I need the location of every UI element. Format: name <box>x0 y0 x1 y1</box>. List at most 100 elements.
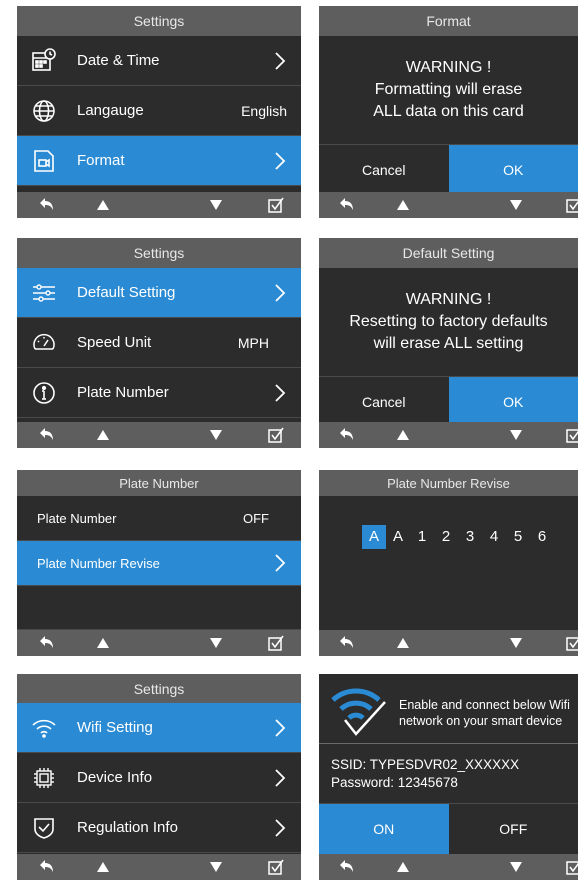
back-arrow-icon[interactable] <box>337 634 355 652</box>
down-triangle-icon[interactable] <box>207 196 225 214</box>
screen-title: Settings <box>17 674 301 703</box>
menu-item-regulation-info[interactable]: Regulation Info <box>17 803 301 853</box>
menu-item-label: Format <box>77 152 125 169</box>
screen-title: Plate Number Revise <box>319 470 578 496</box>
back-arrow-icon[interactable] <box>37 426 55 444</box>
wifi-off-button[interactable]: OFF <box>448 804 578 854</box>
plate-char[interactable]: 1 <box>410 525 434 549</box>
check-box-icon[interactable] <box>565 858 578 876</box>
menu-item-label: Speed Unit <box>77 334 152 351</box>
menu-item-plate-number[interactable]: Plate Number <box>17 368 301 418</box>
back-arrow-icon[interactable] <box>337 426 355 444</box>
down-triangle-icon[interactable] <box>507 634 525 652</box>
menu-item-plate-number[interactable]: Plate Number OFF <box>17 496 301 541</box>
down-triangle-icon[interactable] <box>207 858 225 876</box>
nav-bar <box>319 422 578 448</box>
instruction-line: Enable and connect below Wifi <box>399 698 570 712</box>
menu-item-device-info[interactable]: Device Info <box>17 753 301 803</box>
dialog-buttons: Cancel OK <box>319 144 578 195</box>
down-triangle-icon[interactable] <box>507 858 525 876</box>
language-value: English <box>241 102 287 119</box>
screen-title: Format <box>319 6 578 36</box>
down-triangle-icon[interactable] <box>507 426 525 444</box>
wifi-credentials: SSID: TYPESDVR02_XXXXXX Password: 123456… <box>319 744 578 803</box>
back-arrow-icon[interactable] <box>37 634 55 652</box>
ok-button[interactable]: OK <box>448 145 578 195</box>
back-arrow-icon[interactable] <box>37 196 55 214</box>
plate-characters: A A 1 2 3 4 5 6 <box>319 525 578 549</box>
nav-bar <box>17 854 301 880</box>
nav-bar <box>319 192 578 218</box>
up-triangle-icon[interactable] <box>94 634 112 652</box>
nav-bar <box>319 854 578 880</box>
warning-line: will erase ALL setting <box>373 335 524 352</box>
chevron-right-icon <box>275 283 286 302</box>
ssid-text: SSID: TYPESDVR02_XXXXXX <box>331 756 520 772</box>
nav-bar <box>319 630 578 656</box>
plate-number-screen: Plate Number Plate Number OFF Plate Numb… <box>17 470 301 656</box>
check-box-icon[interactable] <box>565 426 578 444</box>
down-triangle-icon[interactable] <box>207 634 225 652</box>
check-box-icon[interactable] <box>565 196 578 214</box>
menu-item-speed-unit[interactable]: Speed Unit MPH <box>17 318 301 368</box>
globe-icon <box>31 98 57 124</box>
nav-bar <box>17 192 301 218</box>
settings-screen-1: Settings Date & Time Langauge English Fo… <box>17 6 301 218</box>
plate-char[interactable]: 3 <box>458 525 482 549</box>
up-triangle-icon[interactable] <box>394 858 412 876</box>
up-triangle-icon[interactable] <box>94 196 112 214</box>
ok-button[interactable]: OK <box>448 377 578 427</box>
up-triangle-icon[interactable] <box>394 634 412 652</box>
check-box-icon[interactable] <box>565 634 578 652</box>
settings-screen-3: Settings Wifi Setting Device Info Regula… <box>17 674 301 880</box>
warning-heading: WARNING ! <box>405 291 492 308</box>
menu-item-wifi-setting[interactable]: Wifi Setting <box>17 703 301 753</box>
nav-bar <box>17 630 301 656</box>
warning-message: WARNING ! Resetting to factory defaults … <box>319 268 578 376</box>
check-box-icon[interactable] <box>267 858 285 876</box>
menu-item-language[interactable]: Langauge English <box>17 86 301 136</box>
plate-char[interactable]: 6 <box>530 525 554 549</box>
wifi-instructions: Enable and connect below Wifi network on… <box>399 697 570 729</box>
menu-item-label: Plate Number <box>77 384 169 401</box>
menu-item-label: Device Info <box>77 769 153 786</box>
up-triangle-icon[interactable] <box>94 426 112 444</box>
menu-item-format[interactable]: Format <box>17 136 301 186</box>
settings-screen-2: Settings Default Setting Speed Unit MPH … <box>17 238 301 448</box>
back-arrow-icon[interactable] <box>337 196 355 214</box>
menu-item-date-time[interactable]: Date & Time <box>17 36 301 86</box>
check-box-icon[interactable] <box>267 634 285 652</box>
check-box-icon[interactable] <box>267 196 285 214</box>
up-triangle-icon[interactable] <box>94 858 112 876</box>
nav-bar <box>17 422 301 448</box>
cancel-button[interactable]: Cancel <box>319 145 449 195</box>
menu-item-default-setting[interactable]: Default Setting <box>17 268 301 318</box>
wifi-header: Enable and connect below Wifi network on… <box>319 674 578 744</box>
default-setting-dialog-screen: Default Setting WARNING ! Resetting to f… <box>319 238 578 448</box>
menu-item-plate-number-revise[interactable]: Plate Number Revise <box>17 541 301 586</box>
plate-char[interactable]: 5 <box>506 525 530 549</box>
video-card-icon <box>31 148 57 174</box>
chevron-right-icon <box>275 51 286 70</box>
plate-char[interactable]: 4 <box>482 525 506 549</box>
plate-char[interactable]: A <box>386 525 410 549</box>
plate-char[interactable]: 2 <box>434 525 458 549</box>
down-triangle-icon[interactable] <box>507 196 525 214</box>
chevron-right-icon <box>275 554 286 572</box>
back-arrow-icon[interactable] <box>37 858 55 876</box>
warning-line: Resetting to factory defaults <box>349 313 548 330</box>
up-triangle-icon[interactable] <box>394 426 412 444</box>
check-box-icon[interactable] <box>267 426 285 444</box>
warning-line: Formatting will erase <box>374 81 523 98</box>
up-triangle-icon[interactable] <box>394 196 412 214</box>
down-triangle-icon[interactable] <box>207 426 225 444</box>
warning-heading: WARNING ! <box>405 59 492 76</box>
wifi-connect-screen: Enable and connect below Wifi network on… <box>319 674 578 880</box>
plate-char-selected[interactable]: A <box>362 525 386 549</box>
shield-check-icon <box>31 815 57 841</box>
back-arrow-icon[interactable] <box>337 858 355 876</box>
menu-item-label: Wifi Setting <box>77 719 153 736</box>
cancel-button[interactable]: Cancel <box>319 377 449 427</box>
wifi-on-button[interactable]: ON <box>319 804 449 854</box>
warning-line: ALL data on this card <box>373 103 524 120</box>
